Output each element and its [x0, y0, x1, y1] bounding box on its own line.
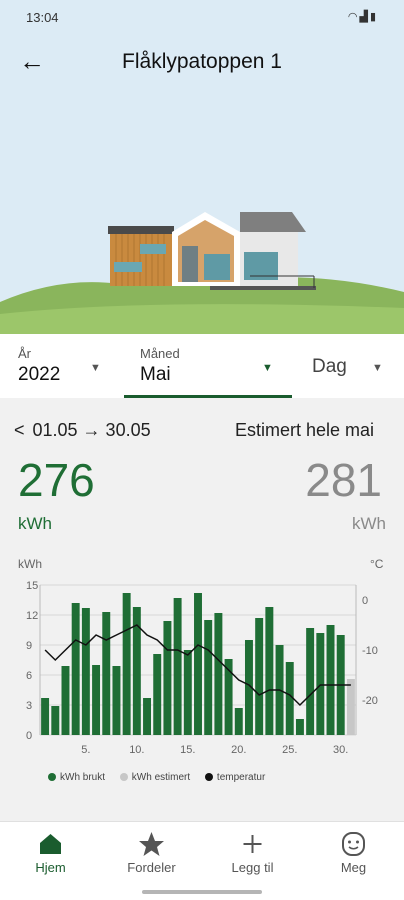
- bar-kwh-used: [265, 607, 274, 735]
- legend-used: kWh brukt: [48, 772, 105, 783]
- legend-temperature: temperatur: [204, 772, 265, 783]
- bar-kwh-used: [61, 666, 70, 735]
- y2-tick-label: 0: [362, 595, 368, 607]
- nav-benefits[interactable]: Fordeler: [101, 830, 202, 875]
- bar-kwh-used: [306, 628, 315, 735]
- estimate-label: Estimert hele mai: [234, 420, 374, 440]
- plus-icon: [243, 835, 262, 853]
- year-caption: År: [18, 346, 31, 361]
- chart-legend: kWh brukt kWh estimert temperatur: [48, 772, 277, 783]
- x-tick-label: 15.: [180, 744, 195, 756]
- x-tick-label: 25.: [282, 744, 297, 756]
- bottom-navigation: Hjem Fordeler Legg til Meg: [0, 821, 404, 900]
- page-title: Flåklypatoppen 1: [122, 50, 282, 73]
- date-range[interactable]: <01.05 → 30.05: [14, 420, 151, 441]
- day-value: Dag: [312, 356, 347, 377]
- battery-icon: ▮: [369, 11, 378, 23]
- home-indicator: [142, 890, 262, 894]
- status-bar: 13:04 ◠▟▮: [0, 0, 404, 34]
- bar-kwh-used: [183, 650, 192, 735]
- x-tick-label: 30.: [333, 744, 348, 756]
- profile-face-icon: [342, 832, 365, 856]
- nav-me[interactable]: Meg: [303, 830, 404, 875]
- star-icon: [139, 832, 164, 856]
- wifi-icon: ◠: [347, 11, 360, 23]
- bar-kwh-used: [204, 620, 213, 735]
- date-range-label: 01.05 → 30.05: [32, 420, 151, 440]
- y2-tick-label: -20: [362, 695, 378, 707]
- y-axis-title: kWh: [18, 557, 42, 571]
- y2-tick-label: -10: [362, 645, 378, 657]
- day-selector[interactable]: Dag ▼: [294, 334, 404, 398]
- bar-kwh-used: [143, 698, 152, 735]
- x-tick-label: 10.: [129, 744, 144, 756]
- chevron-left-icon[interactable]: <: [14, 420, 25, 440]
- x-tick-label: 5.: [81, 744, 90, 756]
- bar-kwh-used: [173, 598, 182, 735]
- bar-kwh-used: [234, 708, 243, 735]
- signal-icon: ▟: [359, 11, 370, 23]
- bar-kwh-used: [316, 633, 325, 735]
- legend-estimated: kWh estimert: [119, 772, 190, 783]
- status-time: 13:04: [26, 10, 59, 25]
- bar-kwh-used: [214, 613, 223, 735]
- chevron-down-icon: ▼: [372, 362, 383, 374]
- y-tick-label: 0: [26, 730, 32, 742]
- bar-kwh-used: [41, 698, 50, 735]
- y-tick-label: 12: [26, 610, 38, 622]
- y2-axis-title: °C: [370, 557, 384, 571]
- bar-kwh-used: [102, 612, 111, 735]
- chevron-down-icon: ▼: [90, 362, 101, 374]
- estimated-value: 281: [305, 454, 382, 506]
- y-tick-label: 9: [26, 640, 32, 652]
- bar-kwh-used: [255, 618, 264, 735]
- bar-kwh-estimated: [346, 679, 355, 735]
- consumption-panel: <01.05 → 30.05 Estimert hele mai 276 281…: [0, 398, 404, 821]
- bar-kwh-used: [326, 625, 335, 735]
- y-tick-label: 6: [26, 670, 32, 682]
- nav-add[interactable]: Legg til: [202, 830, 303, 875]
- estimated-unit: kWh: [352, 514, 386, 533]
- bar-kwh-used: [122, 593, 131, 735]
- year-value: 2022: [18, 364, 61, 385]
- bar-kwh-used: [51, 706, 60, 735]
- consumption-chart: kWh °C 0 3 6 9 12 15 0 -10 -20 5. 10. 15. 20. 25. 30.: [18, 557, 384, 756]
- bar-kwh-used: [71, 603, 80, 735]
- month-selector[interactable]: Måned Mai ▼: [124, 334, 292, 398]
- x-tick-label: 20.: [231, 744, 246, 756]
- status-icons: ◠▟▮: [348, 10, 378, 23]
- y-tick-label: 3: [26, 700, 32, 712]
- house-illustration: [0, 212, 404, 334]
- home-icon: [40, 834, 61, 854]
- month-value: Mai: [140, 364, 171, 385]
- bar-kwh-used: [163, 621, 172, 735]
- bar-kwh-used: [194, 593, 202, 735]
- period-selector: År 2022 ▼ Måned Mai ▼ Dag ▼: [0, 334, 404, 398]
- chevron-down-icon: ▼: [262, 362, 273, 374]
- bar-kwh-used: [112, 666, 121, 735]
- nav-home[interactable]: Hjem: [0, 830, 101, 875]
- y-tick-label: 15: [26, 580, 38, 592]
- bar-kwh-used: [81, 608, 90, 735]
- bar-kwh-used: [295, 719, 304, 735]
- house-hero: 13:04 ◠▟▮ ← Flåklypatoppen 1: [0, 0, 404, 334]
- bar-kwh-used: [153, 654, 162, 735]
- bar-kwh-used: [92, 665, 101, 735]
- used-value: 276: [18, 454, 95, 506]
- month-caption: Måned: [140, 346, 180, 361]
- used-unit: kWh: [18, 514, 52, 533]
- year-selector[interactable]: År 2022 ▼: [0, 334, 122, 398]
